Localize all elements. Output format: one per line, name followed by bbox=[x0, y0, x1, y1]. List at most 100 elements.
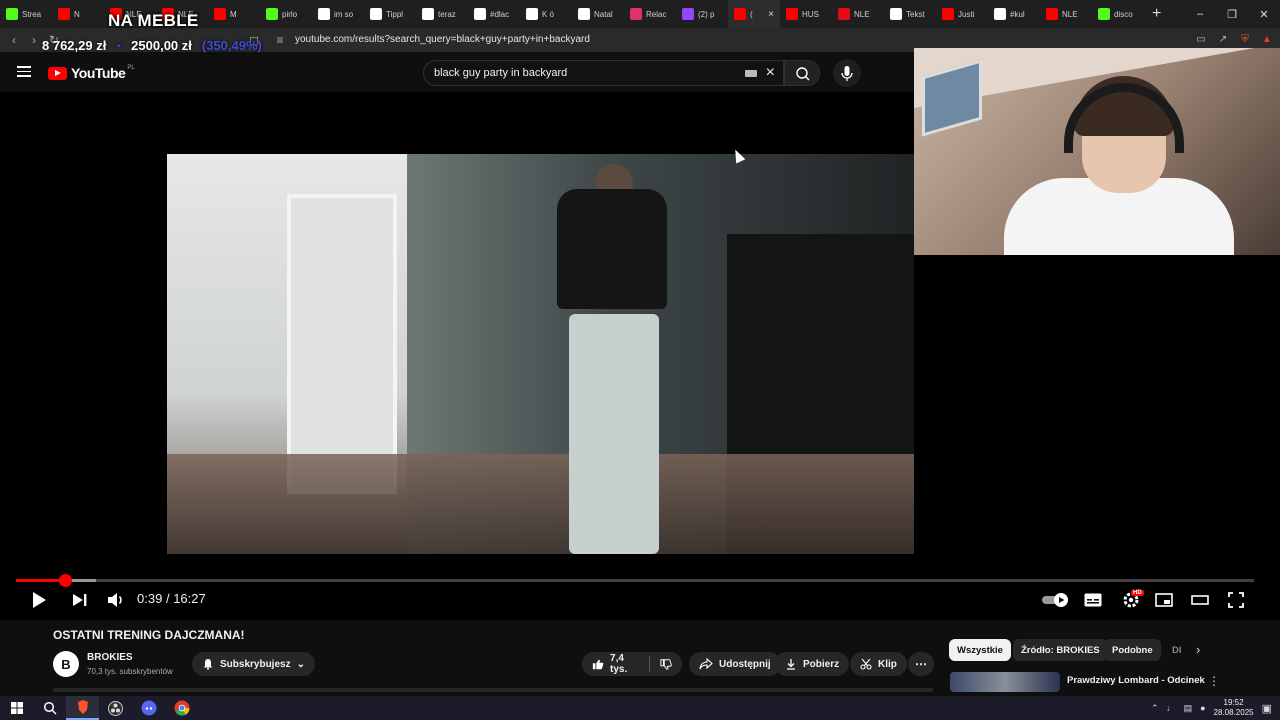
back-icon[interactable]: ‹ bbox=[4, 33, 24, 47]
more-actions-button[interactable]: ⋯ bbox=[908, 652, 934, 676]
browser-tab[interactable]: (× bbox=[728, 0, 780, 28]
play-button[interactable] bbox=[30, 590, 48, 610]
speaker-icon[interactable]: ♩ bbox=[1167, 703, 1176, 713]
subtitles-icon bbox=[1084, 593, 1102, 607]
voice-search-button[interactable] bbox=[833, 59, 861, 87]
theater-mode-button[interactable] bbox=[1190, 590, 1210, 610]
tray-chevron-up-icon[interactable]: ⌃ bbox=[1151, 703, 1159, 714]
browser-tab[interactable]: Relac bbox=[624, 0, 676, 28]
clock[interactable]: 19:52 28.08.2025 bbox=[1214, 698, 1254, 718]
video-frame[interactable] bbox=[167, 154, 914, 554]
dislike-icon[interactable] bbox=[660, 658, 672, 671]
site-info-icon[interactable]: ≡ bbox=[270, 33, 290, 47]
brave-shield-icon[interactable]: ⛨ bbox=[1238, 32, 1252, 46]
chrome-icon bbox=[318, 8, 330, 20]
share-icon[interactable]: ↗ bbox=[1216, 32, 1230, 46]
miniplayer-button[interactable] bbox=[1154, 590, 1174, 610]
forward-icon[interactable]: › bbox=[24, 33, 44, 47]
browser-tab[interactable]: pirlo bbox=[260, 0, 312, 28]
taskbar-obs[interactable] bbox=[99, 696, 132, 720]
taskbar-brave[interactable] bbox=[66, 696, 99, 720]
search-button[interactable] bbox=[784, 60, 820, 86]
subtitles-button[interactable] bbox=[1083, 590, 1103, 610]
browser-tab-label: disco bbox=[1114, 9, 1133, 19]
search-box[interactable]: black guy party in backyard × bbox=[423, 60, 784, 86]
browser-tab[interactable]: M bbox=[208, 0, 260, 28]
browser-tab[interactable]: im so bbox=[312, 0, 364, 28]
filter-chip[interactable]: Dl bbox=[1164, 639, 1190, 661]
obs-icon bbox=[108, 700, 123, 716]
channel-name[interactable]: BROKIES bbox=[87, 652, 133, 663]
download-button[interactable]: Pobierz bbox=[775, 652, 850, 676]
taskbar-chrome[interactable] bbox=[165, 696, 198, 720]
subscribed-button[interactable]: Subskrybujesz ⌄ bbox=[192, 652, 315, 676]
new-tab-button[interactable]: + bbox=[1144, 5, 1169, 23]
browser-tab[interactable]: Natal bbox=[572, 0, 624, 28]
keyboard-icon[interactable] bbox=[745, 70, 757, 77]
browser-tab[interactable]: NLE bbox=[1040, 0, 1092, 28]
windows-taskbar: ⌃ ♩ ▤ ● 19:52 28.08.2025 ▣ bbox=[0, 696, 1280, 720]
cast-icon[interactable]: ▭ bbox=[1194, 32, 1208, 46]
next-button[interactable] bbox=[71, 590, 89, 610]
browser-tab[interactable]: K ö bbox=[520, 0, 572, 28]
netflix-icon bbox=[838, 8, 850, 20]
browser-tab-label: #kul bbox=[1010, 9, 1025, 19]
scrubber-handle[interactable] bbox=[58, 574, 72, 587]
share-button[interactable]: Udostępnij bbox=[689, 652, 781, 676]
kick-icon bbox=[266, 8, 278, 20]
taskbar-discord[interactable] bbox=[132, 696, 165, 720]
youtube-icon bbox=[58, 8, 70, 20]
browser-tab[interactable]: #dlac bbox=[468, 0, 520, 28]
like-count[interactable]: 7,4 tys. bbox=[610, 653, 639, 675]
youtube-logo[interactable]: YouTube PL bbox=[48, 65, 135, 81]
browser-tab-label: Relac bbox=[646, 9, 667, 19]
recommended-title[interactable]: Prawdziwy Lombard - Odcinek 282 "Złota k… bbox=[1067, 674, 1207, 687]
search-input[interactable]: black guy party in backyard bbox=[434, 67, 567, 79]
windows-start-icon bbox=[10, 702, 23, 714]
filter-chip[interactable]: Podobne bbox=[1104, 639, 1161, 661]
restore-icon[interactable]: ❐ bbox=[1216, 0, 1248, 28]
clip-button[interactable]: Klip bbox=[850, 652, 907, 676]
progress-bar[interactable] bbox=[16, 574, 1254, 587]
stream-goal-title: NA MEBLE bbox=[108, 11, 199, 30]
url-field[interactable]: youtube.com/results?search_query=black+g… bbox=[295, 34, 590, 45]
chips-next-icon[interactable]: › bbox=[1196, 642, 1200, 657]
browser-tab[interactable]: Tippl bbox=[364, 0, 416, 28]
browser-tab[interactable]: disco bbox=[1092, 0, 1144, 28]
browser-tab[interactable]: Justi bbox=[936, 0, 988, 28]
minimize-icon[interactable]: – bbox=[1184, 0, 1216, 28]
mute-button[interactable] bbox=[106, 590, 126, 610]
clear-search-icon[interactable]: × bbox=[766, 64, 775, 82]
browser-tab[interactable]: N bbox=[52, 0, 104, 28]
recommended-menu-icon[interactable]: ⋮ bbox=[1208, 674, 1220, 688]
network-icon[interactable]: ▤ bbox=[1184, 703, 1193, 714]
microphone-tray-icon[interactable]: ● bbox=[1200, 703, 1205, 713]
country-code: PL bbox=[127, 65, 135, 71]
filter-chip[interactable]: Wszystkie bbox=[949, 639, 1011, 661]
taskbar-search-button[interactable] bbox=[33, 696, 66, 720]
close-window-icon[interactable]: ✕ bbox=[1248, 0, 1280, 28]
channel-avatar[interactable]: B bbox=[53, 651, 79, 677]
notifications-icon[interactable]: ▣ bbox=[1262, 702, 1272, 715]
browser-tab[interactable]: (2) p bbox=[676, 0, 728, 28]
browser-tab[interactable]: teraz bbox=[416, 0, 468, 28]
brave-rewards-icon[interactable]: ▲ bbox=[1260, 32, 1274, 46]
browser-tab[interactable]: NLE bbox=[832, 0, 884, 28]
filter-chip[interactable]: Źródło: BROKIES bbox=[1013, 639, 1108, 661]
browser-tab[interactable]: Strea bbox=[0, 0, 52, 28]
browser-tab-label: NLE bbox=[1062, 9, 1078, 19]
browser-tab[interactable]: #kul bbox=[988, 0, 1040, 28]
like-icon[interactable] bbox=[592, 658, 604, 671]
chrome-icon bbox=[174, 700, 190, 716]
close-tab-icon[interactable]: × bbox=[768, 9, 774, 20]
headphones bbox=[1064, 83, 1184, 153]
recommended-thumbnail[interactable] bbox=[950, 672, 1060, 692]
fullscreen-button[interactable] bbox=[1226, 590, 1246, 610]
menu-icon[interactable] bbox=[17, 66, 31, 77]
autoplay-toggle[interactable] bbox=[1041, 590, 1071, 610]
clock-date: 28.08.2025 bbox=[1213, 708, 1254, 717]
settings-button[interactable]: HD bbox=[1119, 590, 1144, 610]
browser-tab[interactable]: Tekst bbox=[884, 0, 936, 28]
browser-tab[interactable]: HUS bbox=[780, 0, 832, 28]
start-button[interactable] bbox=[0, 696, 33, 720]
